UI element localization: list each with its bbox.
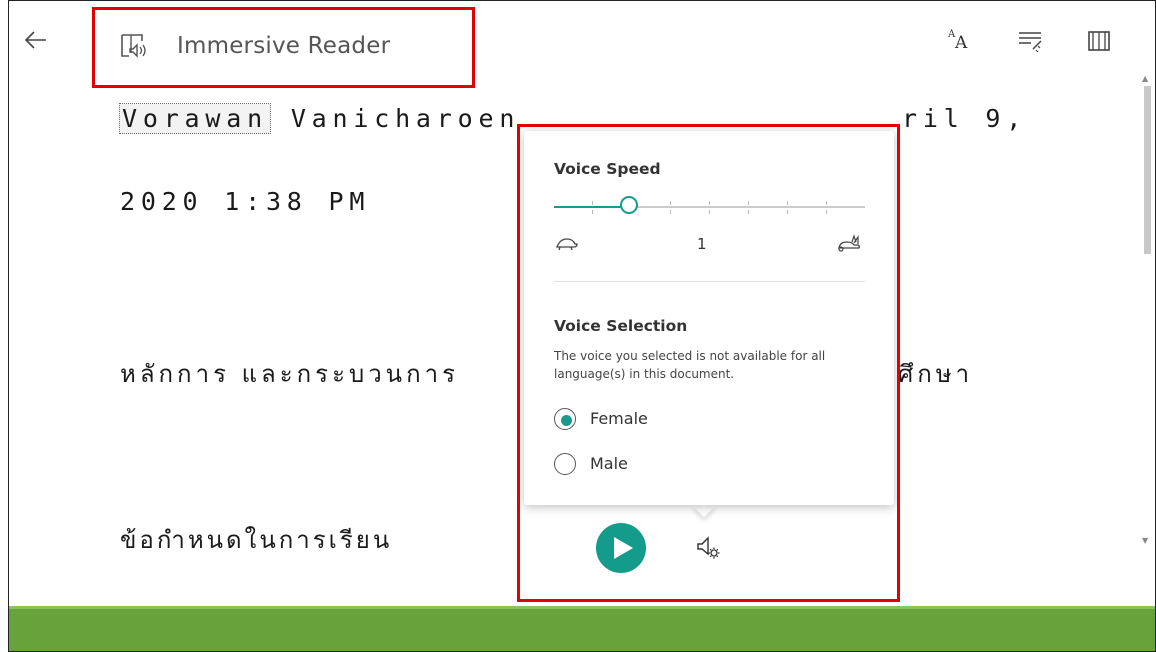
document-line-1-tail[interactable]: ril 9,	[902, 104, 1027, 133]
text-preferences-button[interactable]: A A	[942, 24, 976, 58]
document-line-4[interactable]: ข้อกำหนดในการเรียน	[120, 520, 392, 559]
document-line-3-tail[interactable]: ศึกษา	[898, 354, 973, 393]
reading-preferences-button[interactable]	[1082, 24, 1116, 58]
footer-bar	[9, 606, 1155, 651]
annotation-box-title	[92, 7, 475, 88]
document-line-2[interactable]: 2020 1:38 PM	[120, 187, 370, 216]
highlighted-word[interactable]: Vorawan	[119, 103, 271, 134]
document-line-1: Vorawan Vanicharoen	[119, 103, 521, 134]
document-line-3[interactable]: หลักการ และกระบวนการ	[120, 354, 459, 393]
back-button[interactable]	[22, 26, 50, 54]
grammar-options-icon	[1019, 32, 1042, 53]
scroll-down-icon[interactable]: ▼	[1142, 536, 1148, 545]
grammar-options-button[interactable]	[1013, 24, 1047, 58]
scroll-thumb[interactable]	[1144, 86, 1151, 254]
back-arrow-icon	[24, 31, 46, 49]
reading-preferences-icon	[1088, 31, 1110, 51]
scroll-up-icon[interactable]: ▲	[1142, 74, 1148, 83]
footer-accent-line	[9, 606, 1155, 609]
annotation-box-voice-panel	[517, 124, 900, 602]
